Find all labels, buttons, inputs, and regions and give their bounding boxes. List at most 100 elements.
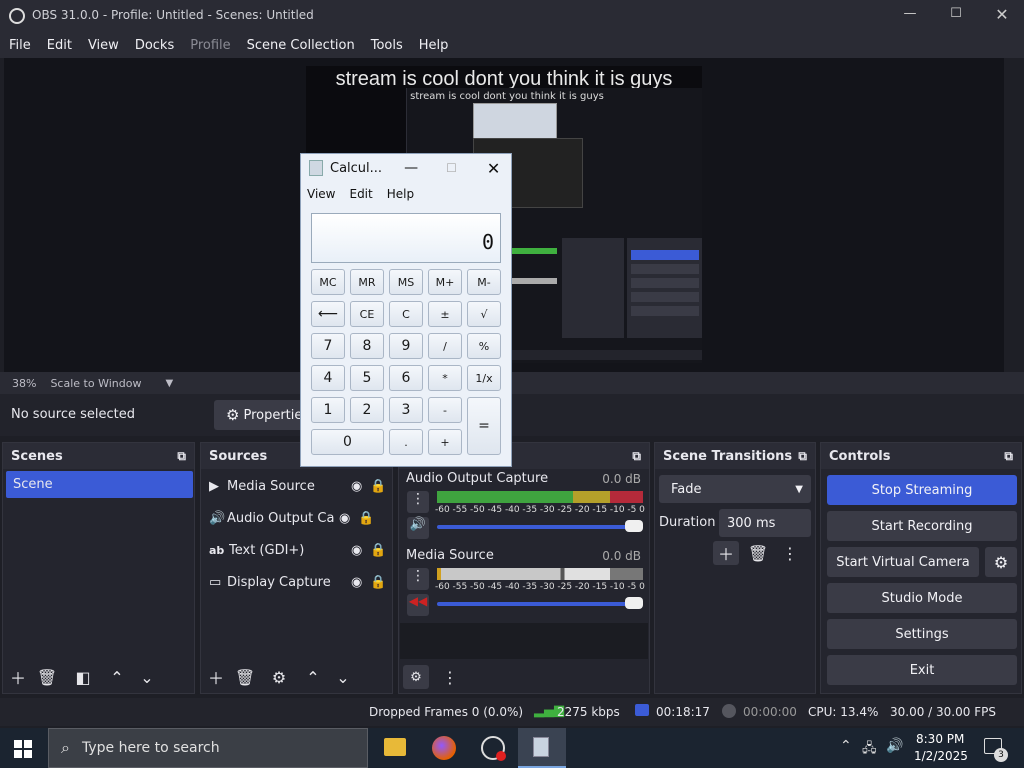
key-mplus[interactable]: M+ bbox=[428, 269, 462, 295]
add-scene-icon[interactable]: ＋ bbox=[5, 665, 31, 689]
clock-date[interactable]: 1/2/2025 bbox=[914, 749, 968, 763]
key-multiply[interactable]: * bbox=[428, 365, 462, 391]
taskbar-search[interactable]: ⌕ Type here to search bbox=[48, 728, 368, 768]
obs-taskbar-icon[interactable] bbox=[481, 736, 506, 761]
minimize-icon[interactable]: — bbox=[896, 6, 924, 26]
undock-icon[interactable]: ⧉ bbox=[177, 449, 186, 464]
key-7[interactable]: 7 bbox=[311, 333, 345, 359]
scene-item[interactable]: Scene bbox=[6, 471, 193, 498]
key-decimal[interactable]: . bbox=[389, 429, 423, 455]
move-up-icon[interactable]: ⌃ bbox=[104, 665, 130, 689]
muted-speaker-icon[interactable]: ◀◀ bbox=[407, 594, 429, 616]
source-properties-icon[interactable]: ⚙ bbox=[266, 665, 292, 689]
remove-transition-icon[interactable]: 🗑 bbox=[745, 541, 771, 565]
file-explorer-icon[interactable] bbox=[384, 738, 406, 756]
clock-time[interactable]: 8:30 PM bbox=[916, 732, 964, 746]
key-9[interactable]: 9 bbox=[389, 333, 423, 359]
transition-select[interactable]: Fade ▼ bbox=[659, 475, 811, 503]
key-equals[interactable]: = bbox=[467, 397, 501, 455]
remove-scene-icon[interactable]: 🗑 bbox=[34, 665, 60, 689]
volume-slider[interactable] bbox=[437, 597, 643, 609]
key-plus[interactable]: + bbox=[428, 429, 462, 455]
close-icon[interactable]: ✕ bbox=[487, 159, 500, 178]
minimize-icon[interactable]: — bbox=[404, 160, 418, 176]
network-icon[interactable]: 🖧 bbox=[862, 739, 877, 761]
key-backspace[interactable]: ⟵ bbox=[311, 301, 345, 327]
key-2[interactable]: 2 bbox=[350, 397, 384, 423]
source-item[interactable]: ▭ Display Capture ◉ 🔒 bbox=[209, 571, 389, 593]
key-mminus[interactable]: M- bbox=[467, 269, 501, 295]
key-minus[interactable]: - bbox=[428, 397, 462, 423]
calculator-taskbar-icon[interactable] bbox=[518, 728, 566, 768]
menu-profile[interactable]: Profile bbox=[190, 38, 230, 53]
more-options-icon[interactable]: ⋮ bbox=[407, 568, 429, 590]
maximize-icon[interactable]: ☐ bbox=[942, 6, 970, 26]
undock-icon[interactable]: ⧉ bbox=[1004, 449, 1013, 464]
firefox-icon[interactable] bbox=[432, 736, 456, 760]
move-down-icon[interactable]: ⌄ bbox=[134, 665, 160, 689]
properties-button[interactable]: ⚙ Properties bbox=[214, 400, 309, 430]
advanced-audio-icon[interactable]: ⚙ bbox=[403, 665, 429, 689]
scene-filters-icon[interactable]: ◧ bbox=[70, 665, 96, 689]
eye-icon[interactable]: ◉ bbox=[339, 511, 350, 526]
volume-icon[interactable]: 🔊 bbox=[886, 738, 903, 754]
volume-slider[interactable] bbox=[437, 520, 643, 532]
lock-icon[interactable]: 🔒 bbox=[370, 479, 386, 494]
key-plusminus[interactable]: ± bbox=[428, 301, 462, 327]
maximize-icon[interactable]: ☐ bbox=[446, 161, 457, 175]
key-divide[interactable]: / bbox=[428, 333, 462, 359]
key-ms[interactable]: MS bbox=[389, 269, 423, 295]
eye-icon[interactable]: ◉ bbox=[351, 479, 362, 494]
more-options-icon[interactable]: ⋮ bbox=[407, 491, 429, 513]
source-item[interactable]: 🔊 Audio Output Cap ◉ 🔒 bbox=[209, 507, 389, 529]
key-5[interactable]: 5 bbox=[350, 365, 384, 391]
menu-edit[interactable]: Edit bbox=[47, 38, 72, 53]
studio-mode-button[interactable]: Studio Mode bbox=[827, 583, 1017, 613]
key-ce[interactable]: CE bbox=[350, 301, 384, 327]
menu-tools[interactable]: Tools bbox=[371, 38, 403, 53]
key-mc[interactable]: MC bbox=[311, 269, 345, 295]
lock-icon[interactable]: 🔒 bbox=[370, 575, 386, 590]
menu-scene-collection[interactable]: Scene Collection bbox=[247, 38, 355, 53]
add-transition-icon[interactable]: ＋ bbox=[713, 541, 739, 565]
undock-icon[interactable]: ⧉ bbox=[632, 449, 641, 464]
remove-source-icon[interactable]: 🗑 bbox=[232, 665, 258, 689]
key-0[interactable]: 0 bbox=[311, 429, 384, 455]
close-icon[interactable]: ✕ bbox=[988, 5, 1016, 25]
start-virtual-camera-button[interactable]: Start Virtual Camera bbox=[827, 547, 979, 577]
key-sqrt[interactable]: √ bbox=[467, 301, 501, 327]
calc-menu-edit[interactable]: Edit bbox=[349, 187, 372, 201]
lock-icon[interactable]: 🔒 bbox=[358, 511, 374, 526]
key-3[interactable]: 3 bbox=[389, 397, 423, 423]
menu-docks[interactable]: Docks bbox=[135, 38, 174, 53]
add-source-icon[interactable]: ＋ bbox=[203, 665, 229, 689]
calc-menu-view[interactable]: View bbox=[307, 187, 335, 201]
start-recording-button[interactable]: Start Recording bbox=[827, 511, 1017, 541]
stop-streaming-button[interactable]: Stop Streaming bbox=[827, 475, 1017, 505]
windows-start-icon[interactable] bbox=[14, 740, 32, 758]
more-options-icon[interactable]: ⋮ bbox=[777, 541, 803, 565]
menu-help[interactable]: Help bbox=[419, 38, 449, 53]
key-4[interactable]: 4 bbox=[311, 365, 345, 391]
eye-icon[interactable]: ◉ bbox=[351, 543, 362, 558]
menu-file[interactable]: File bbox=[9, 38, 31, 53]
undock-icon[interactable]: ⧉ bbox=[798, 449, 807, 464]
move-up-icon[interactable]: ⌃ bbox=[300, 665, 326, 689]
key-reciprocal[interactable]: 1/x bbox=[467, 365, 501, 391]
exit-button[interactable]: Exit bbox=[827, 655, 1017, 685]
eye-icon[interactable]: ◉ bbox=[351, 575, 362, 590]
key-percent[interactable]: % bbox=[467, 333, 501, 359]
virtual-camera-settings-icon[interactable]: ⚙ bbox=[985, 547, 1017, 577]
key-c[interactable]: C bbox=[389, 301, 423, 327]
lock-icon[interactable]: 🔒 bbox=[370, 543, 386, 558]
zoom-mode-select[interactable]: Scale to Window bbox=[50, 377, 141, 390]
key-mr[interactable]: MR bbox=[350, 269, 384, 295]
source-item[interactable]: ▶ Media Source ◉ 🔒 bbox=[209, 475, 389, 497]
source-item[interactable]: ab Text (GDI+) ◉ 🔒 bbox=[209, 539, 389, 561]
key-1[interactable]: 1 bbox=[311, 397, 345, 423]
key-6[interactable]: 6 bbox=[389, 365, 423, 391]
move-down-icon[interactable]: ⌄ bbox=[330, 665, 356, 689]
menu-view[interactable]: View bbox=[88, 38, 119, 53]
more-options-icon[interactable]: ⋮ bbox=[437, 665, 463, 689]
calc-menu-help[interactable]: Help bbox=[387, 187, 414, 201]
